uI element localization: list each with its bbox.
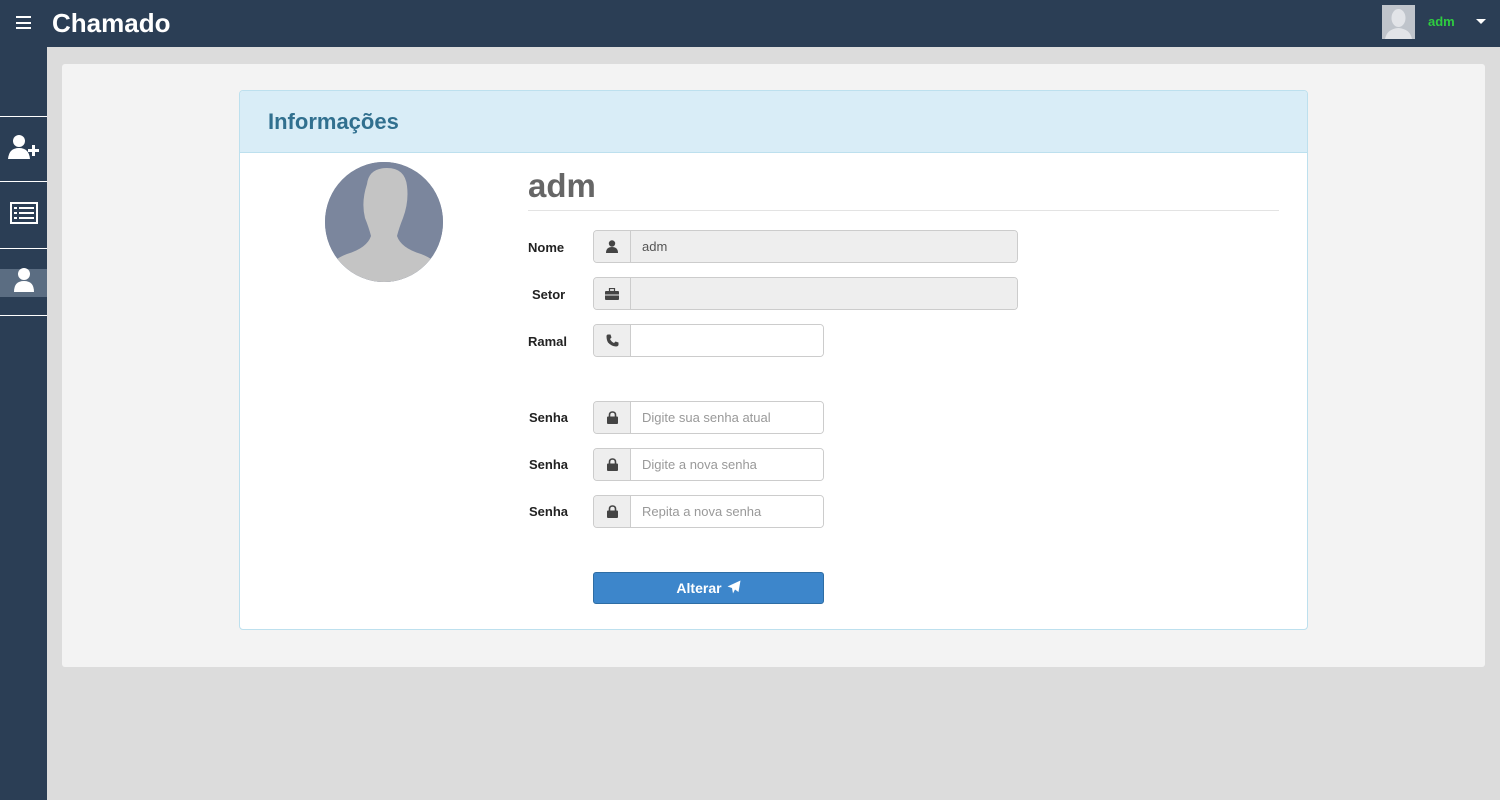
user-name[interactable]: adm xyxy=(1428,14,1455,29)
user-icon xyxy=(594,231,631,262)
briefcase-icon xyxy=(594,278,631,309)
new-password-field[interactable] xyxy=(631,449,823,480)
setor-field[interactable] xyxy=(631,278,1017,309)
setor-input-group xyxy=(593,277,1018,310)
sidebar-item-profile[interactable] xyxy=(0,250,47,316)
nova-senha-input-group xyxy=(593,448,824,481)
phone-icon xyxy=(594,325,631,356)
senha-atual-label: Senha xyxy=(529,410,569,425)
menu-icon[interactable] xyxy=(16,16,31,29)
user-icon xyxy=(13,268,35,297)
repita-senha-input-group xyxy=(593,495,824,528)
sidebar-item-new-user[interactable] xyxy=(0,116,47,182)
repeat-password-field[interactable] xyxy=(631,496,823,527)
setor-label: Setor xyxy=(532,287,566,302)
alterar-button-label: Alterar xyxy=(676,580,722,596)
nome-input-group xyxy=(593,230,1018,263)
ramal-label: Ramal xyxy=(528,334,568,349)
user-avatar[interactable] xyxy=(1382,5,1415,39)
panel-header: Informações xyxy=(240,91,1307,153)
divider xyxy=(528,210,1279,211)
current-password-field[interactable] xyxy=(631,402,823,433)
top-navbar: Chamado adm xyxy=(0,0,1500,47)
ramal-field[interactable] xyxy=(631,325,823,356)
chevron-down-icon[interactable] xyxy=(1476,19,1486,24)
list-icon xyxy=(9,202,38,229)
alterar-button[interactable]: Alterar xyxy=(593,572,824,604)
senha-atual-input-group xyxy=(593,401,824,434)
repita-senha-label: Senha xyxy=(529,504,569,519)
sidebar xyxy=(0,47,47,800)
lock-icon xyxy=(594,402,631,433)
panel-title: Informações xyxy=(268,109,399,134)
lock-icon xyxy=(594,496,631,527)
send-icon xyxy=(727,580,741,597)
user-plus-icon xyxy=(7,134,40,165)
nova-senha-label: Senha xyxy=(529,457,569,472)
lock-icon xyxy=(594,449,631,480)
nome-label: Nome xyxy=(528,240,565,255)
ramal-input-group xyxy=(593,324,824,357)
app-title[interactable]: Chamado xyxy=(52,8,170,39)
profile-avatar xyxy=(325,162,443,282)
profile-name: adm xyxy=(528,167,596,204)
nome-field[interactable] xyxy=(631,231,1017,262)
sidebar-item-list[interactable] xyxy=(0,183,47,249)
